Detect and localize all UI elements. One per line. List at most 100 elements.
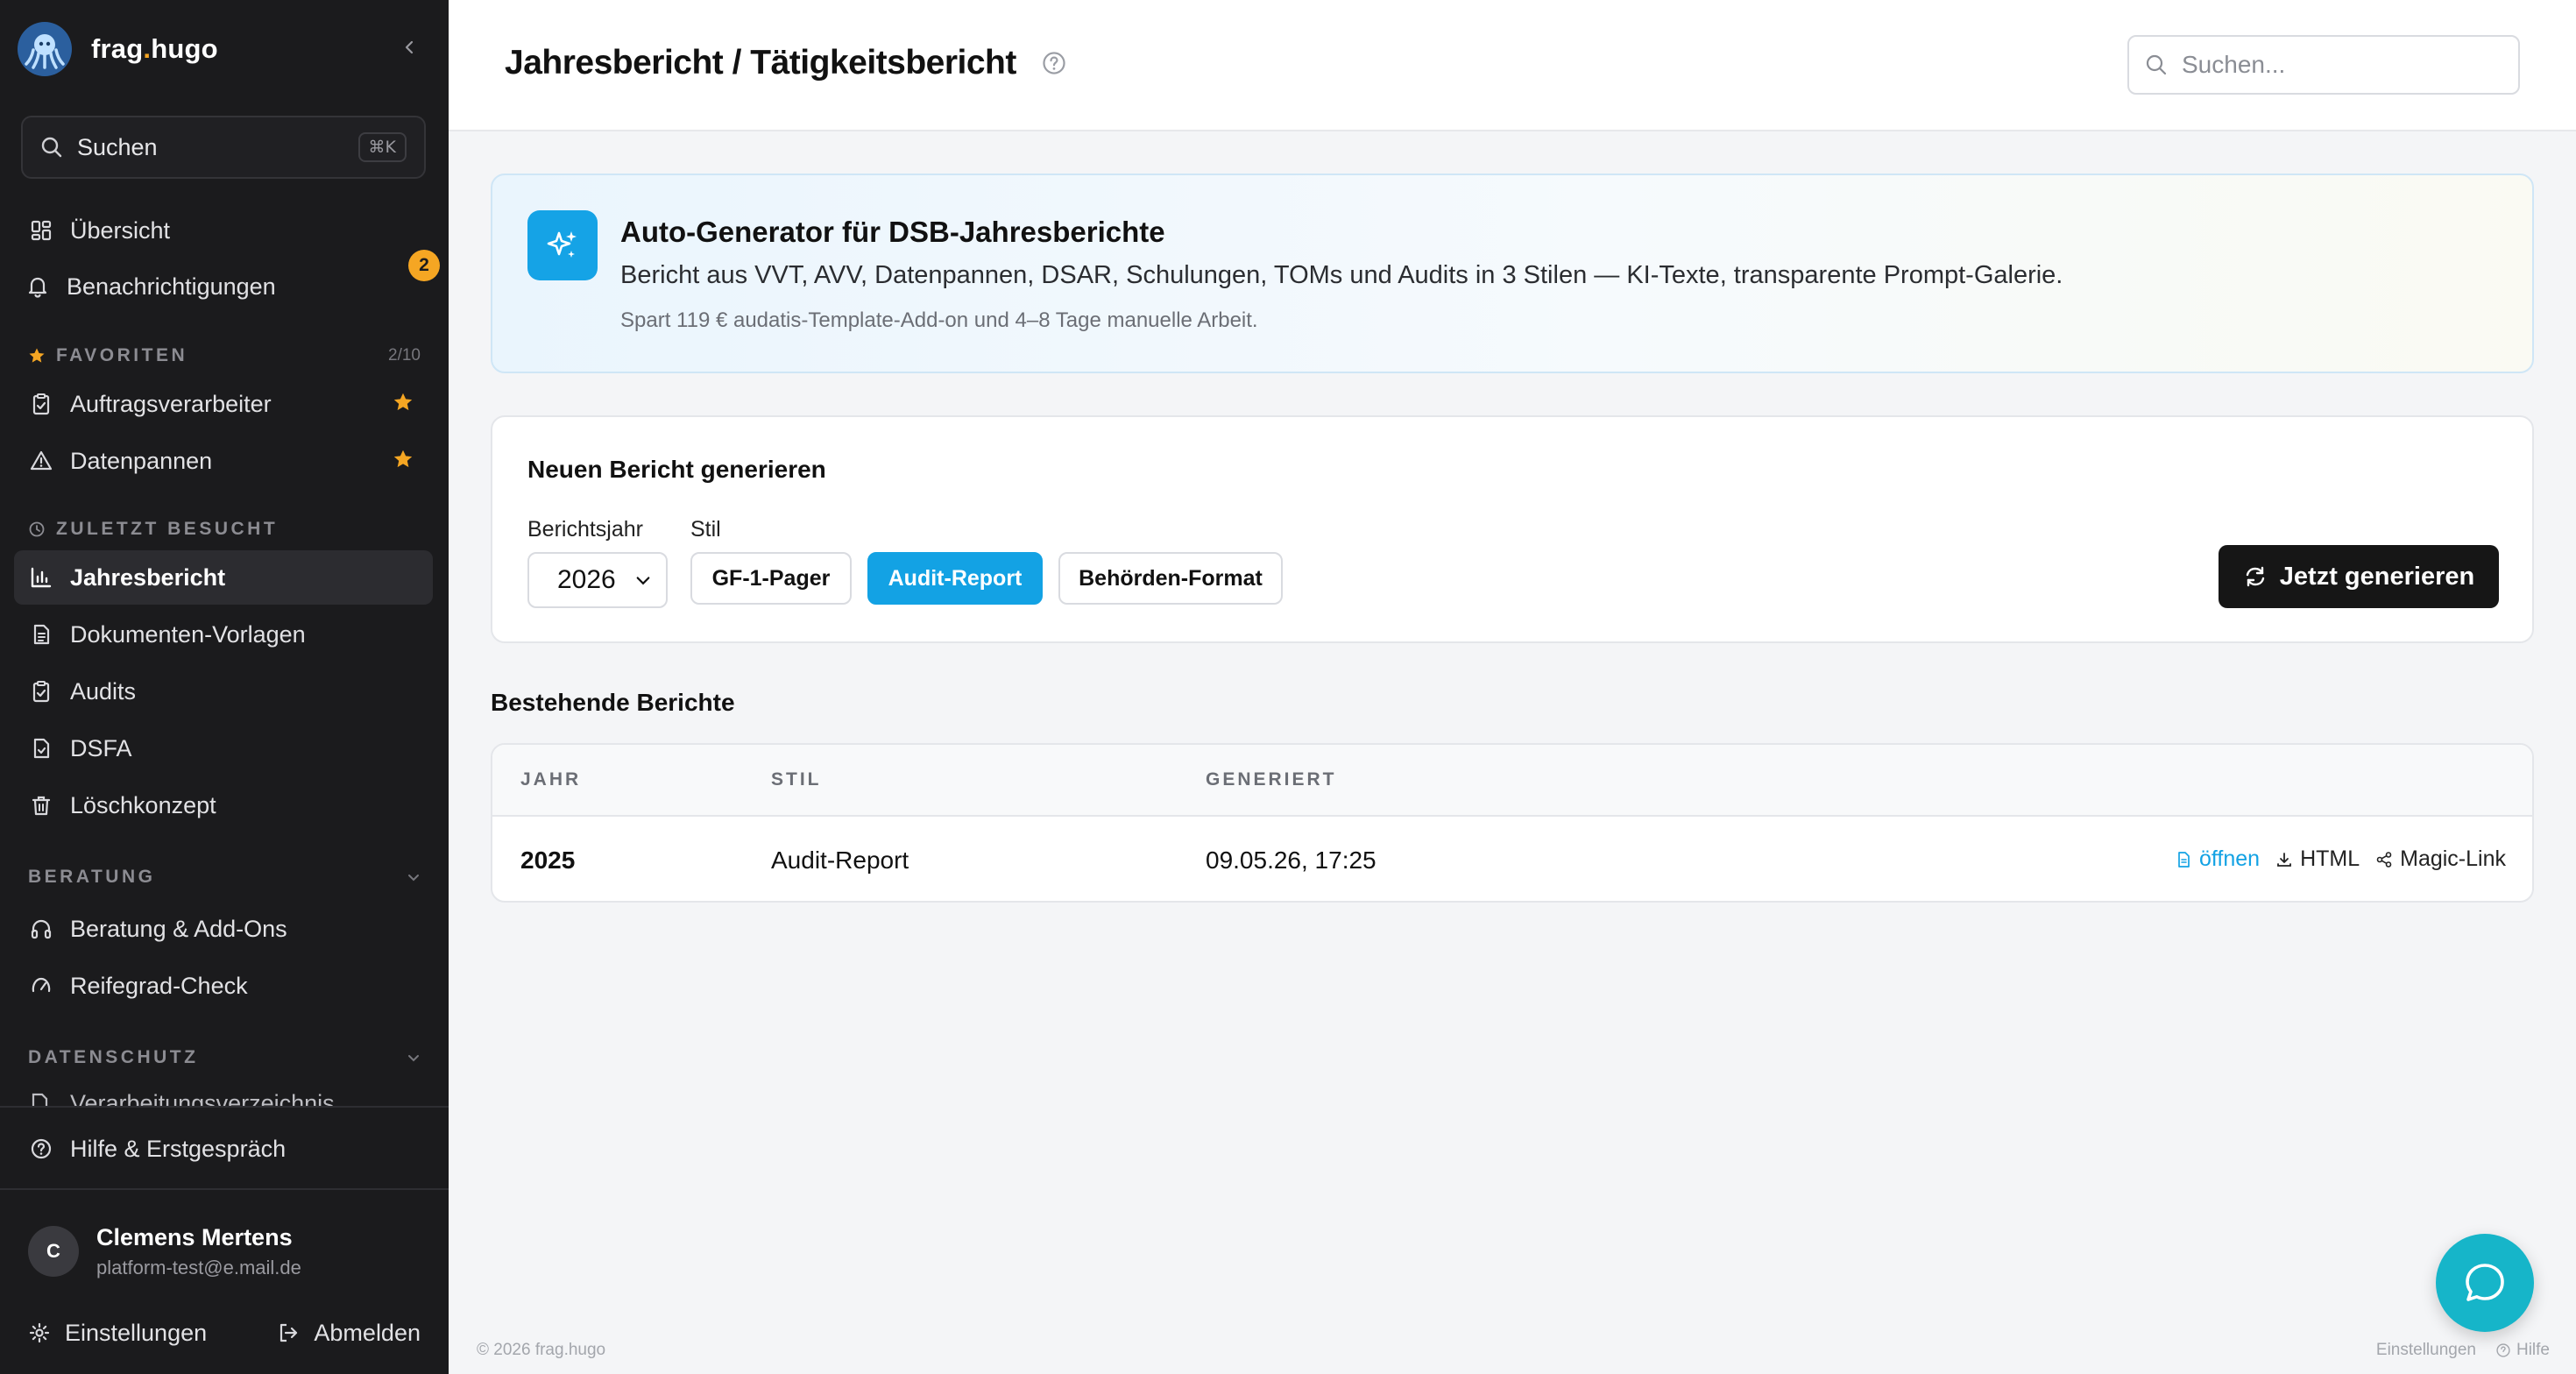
chevron-left-icon: [402, 39, 418, 55]
search-input[interactable]: [2182, 51, 2497, 79]
chevron-down-icon: [407, 1051, 421, 1065]
warning-icon: [28, 448, 54, 474]
style-label: Stil: [690, 517, 721, 542]
sidebar-item-datenpannen[interactable]: Datenpannen: [14, 434, 433, 488]
logout-button[interactable]: Abmelden: [277, 1320, 421, 1347]
user-name: Clemens Mertens: [96, 1223, 293, 1250]
favorite-star-icon[interactable]: [393, 449, 414, 470]
sidebar-item-audits[interactable]: Audits: [14, 664, 433, 719]
page-title: Jahresbericht / Tätigkeitsbericht: [505, 44, 1067, 82]
share-icon: [2375, 851, 2393, 868]
headphones-icon: [28, 916, 54, 942]
generate-report-card: Neuen Bericht generieren Berichtsjahr St…: [491, 415, 2534, 643]
banner-title: Auto-Generator für DSB-Jahresberichte: [620, 216, 1165, 248]
sidebar-item-label: Beratung & Add-Ons: [70, 915, 287, 942]
sidebar-item-label: Dokumenten-Vorlagen: [70, 620, 306, 648]
sidebar-item-label: Reifegrad-Check: [70, 972, 248, 999]
octopus-logo-icon: [18, 22, 72, 76]
style-option-audit-report[interactable]: Audit-Report: [867, 552, 1043, 605]
banner-description: Bericht aus VVT, AVV, Datenpannen, DSAR,…: [620, 261, 2063, 289]
topbar: Jahresbericht / Tätigkeitsbericht: [449, 0, 2576, 131]
clock-icon: [28, 521, 46, 538]
chat-bubble-icon: [2461, 1259, 2509, 1307]
sidebar-item-label: Löschkonzept: [70, 791, 216, 818]
column-header-generated: GENERIERT: [1206, 769, 1337, 790]
year-select[interactable]: 2026: [527, 552, 668, 608]
settings-button[interactable]: Einstellungen: [28, 1320, 207, 1347]
document-icon: [28, 1083, 54, 1108]
column-header-year: JAHR: [520, 769, 582, 790]
document-icon: [28, 621, 54, 648]
search-shortcut-badge: ⌘K: [357, 132, 407, 162]
sidebar-item-jahresbericht[interactable]: Jahresbericht: [14, 550, 433, 605]
sidebar-item-label: Benachrichtigungen: [67, 273, 276, 300]
sidebar-item-partial[interactable]: Verarbeitungsverzeichnis: [14, 1083, 433, 1108]
sidebar-item-hilfe[interactable]: Hilfe & Erstgespräch: [14, 1122, 433, 1176]
refresh-icon: [2243, 564, 2268, 589]
sidebar-item-dokumenten-vorlagen[interactable]: Dokumenten-Vorlagen: [14, 607, 433, 662]
open-report-link[interactable]: öffnen: [2175, 846, 2260, 872]
gauge-icon: [28, 973, 54, 999]
sidebar-divider: [0, 1106, 449, 1108]
sidebar-search-label: Suchen: [77, 133, 158, 160]
gear-icon: [28, 1321, 51, 1344]
datenschutz-section-toggle[interactable]: DATENSCHUTZ: [28, 1045, 421, 1071]
row-actions: öffnen HTML Magic-Link: [2159, 846, 2506, 872]
sidebar-item-label: Hilfe & Erstgespräch: [70, 1135, 287, 1162]
sidebar-item-beratung-addons[interactable]: Beratung & Add-Ons: [14, 902, 433, 956]
brand[interactable]: frag.hugo: [18, 19, 431, 79]
avatar: C: [28, 1226, 79, 1277]
beratung-section-toggle[interactable]: BERATUNG: [28, 864, 421, 890]
sidebar-item-uebersicht[interactable]: Übersicht: [14, 203, 433, 258]
download-html-link[interactable]: HTML: [2275, 846, 2360, 872]
dashboard-icon: [28, 217, 54, 244]
table-header: JAHR STIL GENERIERT: [492, 745, 2532, 817]
sidebar-item-benachrichtigungen[interactable]: Benachrichtigungen: [14, 259, 433, 314]
sidebar-item-reifegrad-check[interactable]: Reifegrad-Check: [14, 959, 433, 1013]
notification-count-badge: 2: [408, 250, 440, 281]
favorites-section-label: FAVORITEN 2/10: [28, 343, 421, 369]
year-select-value: 2026: [557, 565, 616, 594]
settings-label: Einstellungen: [65, 1319, 208, 1346]
star-icon: [28, 347, 46, 365]
sidebar-divider: [0, 1188, 449, 1190]
sparkles-icon: [527, 210, 598, 280]
footer-settings-link[interactable]: Einstellungen: [2376, 1341, 2476, 1360]
existing-reports-title: Bestehende Berichte: [491, 689, 735, 716]
table-row: 2025 Audit-Report 09.05.26, 17:25 öffnen…: [492, 818, 2532, 901]
footer-copyright: © 2026 frag.hugo: [477, 1341, 606, 1359]
sidebar-item-auftragsverarbeiter[interactable]: Auftragsverarbeiter: [14, 377, 433, 431]
chevron-down-icon: [634, 571, 652, 589]
cell-year: 2025: [520, 846, 576, 874]
sidebar-item-dsfa[interactable]: DSFA: [14, 721, 433, 776]
help-circle-icon[interactable]: [1041, 50, 1067, 76]
favorite-star-icon[interactable]: [393, 392, 414, 413]
generate-now-button[interactable]: Jetzt generieren: [2219, 545, 2499, 608]
footer-help-link[interactable]: Hilfe: [2495, 1341, 2550, 1360]
sidebar-search[interactable]: Suchen ⌘K: [21, 116, 426, 179]
sidebar-item-loeschkonzept[interactable]: Löschkonzept: [14, 778, 433, 832]
recent-section-label: ZULETZT BESUCHT: [28, 516, 421, 542]
search-icon: [40, 136, 63, 159]
bar-chart-icon: [28, 564, 54, 591]
magic-link-button[interactable]: Magic-Link: [2375, 846, 2506, 872]
help-circle-icon: [28, 1136, 54, 1162]
chat-button[interactable]: [2436, 1234, 2534, 1332]
banner-note: Spart 119 € audatis-Template-Add-on und …: [620, 308, 1258, 332]
style-option-behoerden-format[interactable]: Behörden-Format: [1058, 552, 1283, 605]
style-option-gf-1-pager[interactable]: GF-1-Pager: [690, 552, 852, 605]
help-circle-icon: [2495, 1342, 2511, 1358]
auto-generator-banner: Auto-Generator für DSB-Jahresberichte Be…: [491, 174, 2534, 373]
cell-generated: 09.05.26, 17:25: [1206, 846, 1376, 874]
user-profile[interactable]: C Clemens Mertens platform-test@e.mail.d…: [28, 1220, 431, 1283]
generate-now-label: Jetzt generieren: [2279, 562, 2475, 591]
global-search[interactable]: [2127, 35, 2520, 95]
chevron-down-icon: [407, 870, 421, 884]
file-check-icon: [28, 735, 54, 761]
cell-style: Audit-Report: [771, 846, 909, 874]
column-header-style: STIL: [771, 769, 822, 790]
sidebar-item-label: Übersicht: [70, 216, 171, 244]
sidebar-item-label: Auftragsverarbeiter: [70, 390, 272, 417]
collapse-sidebar-button[interactable]: [396, 33, 424, 61]
logout-icon: [277, 1321, 300, 1344]
